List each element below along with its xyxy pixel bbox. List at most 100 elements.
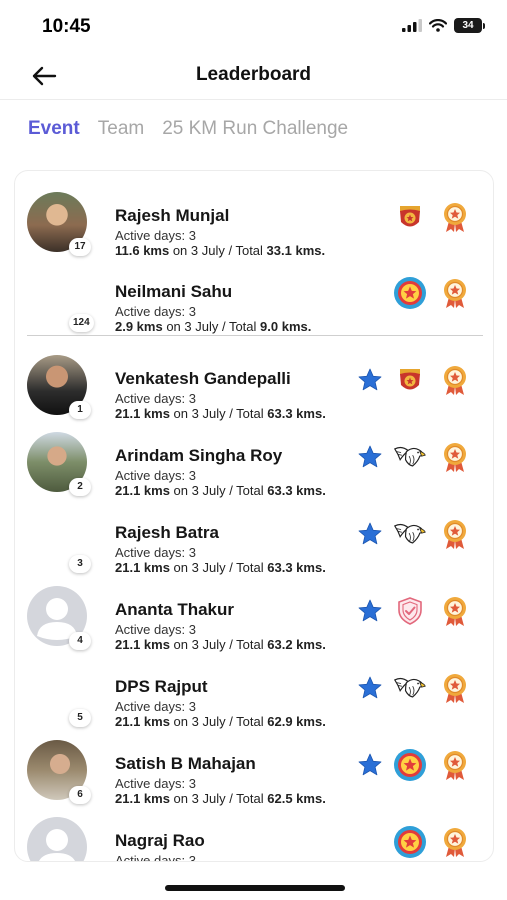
date-total-label: on 3 July / Total <box>169 791 268 806</box>
status-icons: 34 <box>402 18 485 33</box>
participant-name[interactable]: Arindam Singha Roy <box>115 446 282 466</box>
today-distance: 2.9 kms <box>115 319 163 334</box>
rosette-award-icon[interactable] <box>438 517 472 551</box>
rank-badge: 6 <box>69 786 91 804</box>
leaderboard-card: 17 Rajesh Munjal Active days: 3 11.6 kms on… <box>14 170 494 862</box>
rank-badge: 124 <box>69 314 94 332</box>
distance-summary: 21.1 kms on 3 July / Total 63.3 kms. <box>115 483 326 498</box>
star-target-badge-icon[interactable] <box>393 276 427 310</box>
total-distance: 63.3 kms. <box>267 483 326 498</box>
total-distance: 9.0 kms. <box>260 319 312 334</box>
today-distance: 21.1 kms <box>115 637 170 652</box>
date-total-label: on 3 July / Total <box>169 714 268 729</box>
blue-star-icon[interactable] <box>353 517 387 551</box>
active-days: Active days: 3 <box>115 391 196 406</box>
leaderboard-row[interactable]: 1 Venkatesh Gandepalli Active days: 3 21.1 … <box>15 351 493 425</box>
blue-star-icon[interactable] <box>353 594 387 628</box>
rank-badge: 2 <box>69 478 91 496</box>
red-shield-medal-icon[interactable] <box>393 200 427 234</box>
distance-summary: 11.6 kms on 3 July / Total 33.1 kms. <box>115 243 325 258</box>
rank-badge: 3 <box>69 555 91 573</box>
participant-name[interactable]: Ananta Thakur <box>115 600 234 620</box>
pink-shield-check-icon[interactable] <box>393 594 427 628</box>
leaderboard-row[interactable]: 4 Ananta Thakur Active days: 3 21.1 kms on … <box>15 582 493 656</box>
rosette-award-icon[interactable] <box>438 200 472 234</box>
leaderboard-row[interactable]: 6 Satish B Mahajan Active days: 3 21.1 kms … <box>15 736 493 810</box>
distance-summary: 21.1 kms on 3 July / Total 62.5 kms. <box>115 791 326 806</box>
leaderboard-row[interactable]: 124 Neilmani Sahu Active days: 3 2.9 kms on… <box>15 264 493 338</box>
eagle-icon[interactable] <box>393 517 427 551</box>
red-shield-medal-icon[interactable] <box>393 363 427 397</box>
battery-icon: 34 <box>454 18 485 33</box>
section-divider <box>27 335 483 336</box>
date-total-label: on 3 July / Total <box>169 560 268 575</box>
eagle-icon[interactable] <box>393 440 427 474</box>
status-time: 10:45 <box>42 16 91 37</box>
participant-name[interactable]: Neilmani Sahu <box>115 282 232 302</box>
rosette-award-icon[interactable] <box>438 825 472 859</box>
total-distance: 62.5 kms. <box>267 791 326 806</box>
blue-star-icon[interactable] <box>353 748 387 782</box>
tab-25km-run-challenge[interactable]: 25 KM Run Challenge <box>162 118 348 140</box>
distance-summary: 21.1 kms on 3 July / Total 63.3 kms. <box>115 560 326 575</box>
today-distance: 21.1 kms <box>115 714 170 729</box>
today-distance: 21.1 kms <box>115 791 170 806</box>
date-total-label: on 3 July / Total <box>169 243 267 258</box>
status-bar: 10:45 34 <box>0 0 507 52</box>
eagle-icon[interactable] <box>393 671 427 705</box>
rosette-award-icon[interactable] <box>438 276 472 310</box>
avatar[interactable] <box>27 817 87 861</box>
participant-name[interactable]: Nagraj Rao <box>115 831 205 851</box>
rank-badge: 4 <box>69 632 91 650</box>
rank-badge: 1 <box>69 401 91 419</box>
tab-event[interactable]: Event <box>28 118 80 140</box>
star-target-badge-icon[interactable] <box>393 748 427 782</box>
today-distance: 21.1 kms <box>115 560 170 575</box>
active-days: Active days: 3 <box>115 304 196 319</box>
participant-name[interactable]: Satish B Mahajan <box>115 754 256 774</box>
home-indicator <box>165 885 345 891</box>
date-total-label: on 3 July / Total <box>162 319 261 334</box>
rosette-award-icon[interactable] <box>438 594 472 628</box>
distance-summary: 21.1 kms on 3 July / Total 62.9 kms. <box>115 714 326 729</box>
rank-badge: 5 <box>69 709 91 727</box>
leaderboard-row[interactable]: 5 DPS Rajput Active days: 3 21.1 kms on 3 J… <box>15 659 493 733</box>
active-days: Active days: 3 <box>115 622 196 637</box>
date-total-label: on 3 July / Total <box>169 406 268 421</box>
blue-star-icon[interactable] <box>353 440 387 474</box>
rosette-award-icon[interactable] <box>438 671 472 705</box>
date-total-label: on 3 July / Total <box>169 637 268 652</box>
leaderboard-row[interactable]: 17 Rajesh Munjal Active days: 3 11.6 kms on… <box>15 188 493 262</box>
tab-team[interactable]: Team <box>98 118 144 140</box>
total-distance: 33.1 kms. <box>266 243 326 258</box>
leaderboard-row[interactable]: 2 Arindam Singha Roy Active days: 3 21.1 km… <box>15 428 493 502</box>
battery-level: 34 <box>454 18 482 33</box>
today-distance: 11.6 kms <box>115 243 170 258</box>
participant-name[interactable]: Venkatesh Gandepalli <box>115 369 291 389</box>
blue-star-icon[interactable] <box>353 671 387 705</box>
today-distance: 21.1 kms <box>115 483 170 498</box>
leaderboard-row[interactable]: 7Nagraj RaoActive days: 312.5 kms on 3 J… <box>15 813 493 862</box>
leaderboard-row[interactable]: 3 Rajesh Batra Active days: 3 21.1 kms on 3… <box>15 505 493 579</box>
distance-summary: 21.1 kms on 3 July / Total 63.2 kms. <box>115 637 326 652</box>
tab-bar: Event Team 25 KM Run Challenge <box>28 118 348 140</box>
participant-name[interactable]: DPS Rajput <box>115 677 208 697</box>
active-days: Active days: 3 <box>115 545 196 560</box>
wifi-icon <box>429 19 447 32</box>
rosette-award-icon[interactable] <box>438 440 472 474</box>
active-days: Active days: 3 <box>115 228 196 243</box>
distance-summary: 21.1 kms on 3 July / Total 63.3 kms. <box>115 406 326 421</box>
active-days: Active days: 3 <box>115 468 196 483</box>
distance-summary: 2.9 kms on 3 July / Total 9.0 kms. <box>115 319 311 334</box>
blue-star-icon[interactable] <box>353 363 387 397</box>
participant-name[interactable]: Rajesh Batra <box>115 523 219 543</box>
total-distance: 63.3 kms. <box>267 560 326 575</box>
rosette-award-icon[interactable] <box>438 363 472 397</box>
participant-name[interactable]: Rajesh Munjal <box>115 206 229 226</box>
total-distance: 63.3 kms. <box>267 406 326 421</box>
rank-badge: 17 <box>69 238 91 256</box>
active-days: Active days: 3 <box>115 699 196 714</box>
active-days: Active days: 3 <box>115 853 196 862</box>
star-target-badge-icon[interactable] <box>393 825 427 859</box>
rosette-award-icon[interactable] <box>438 748 472 782</box>
